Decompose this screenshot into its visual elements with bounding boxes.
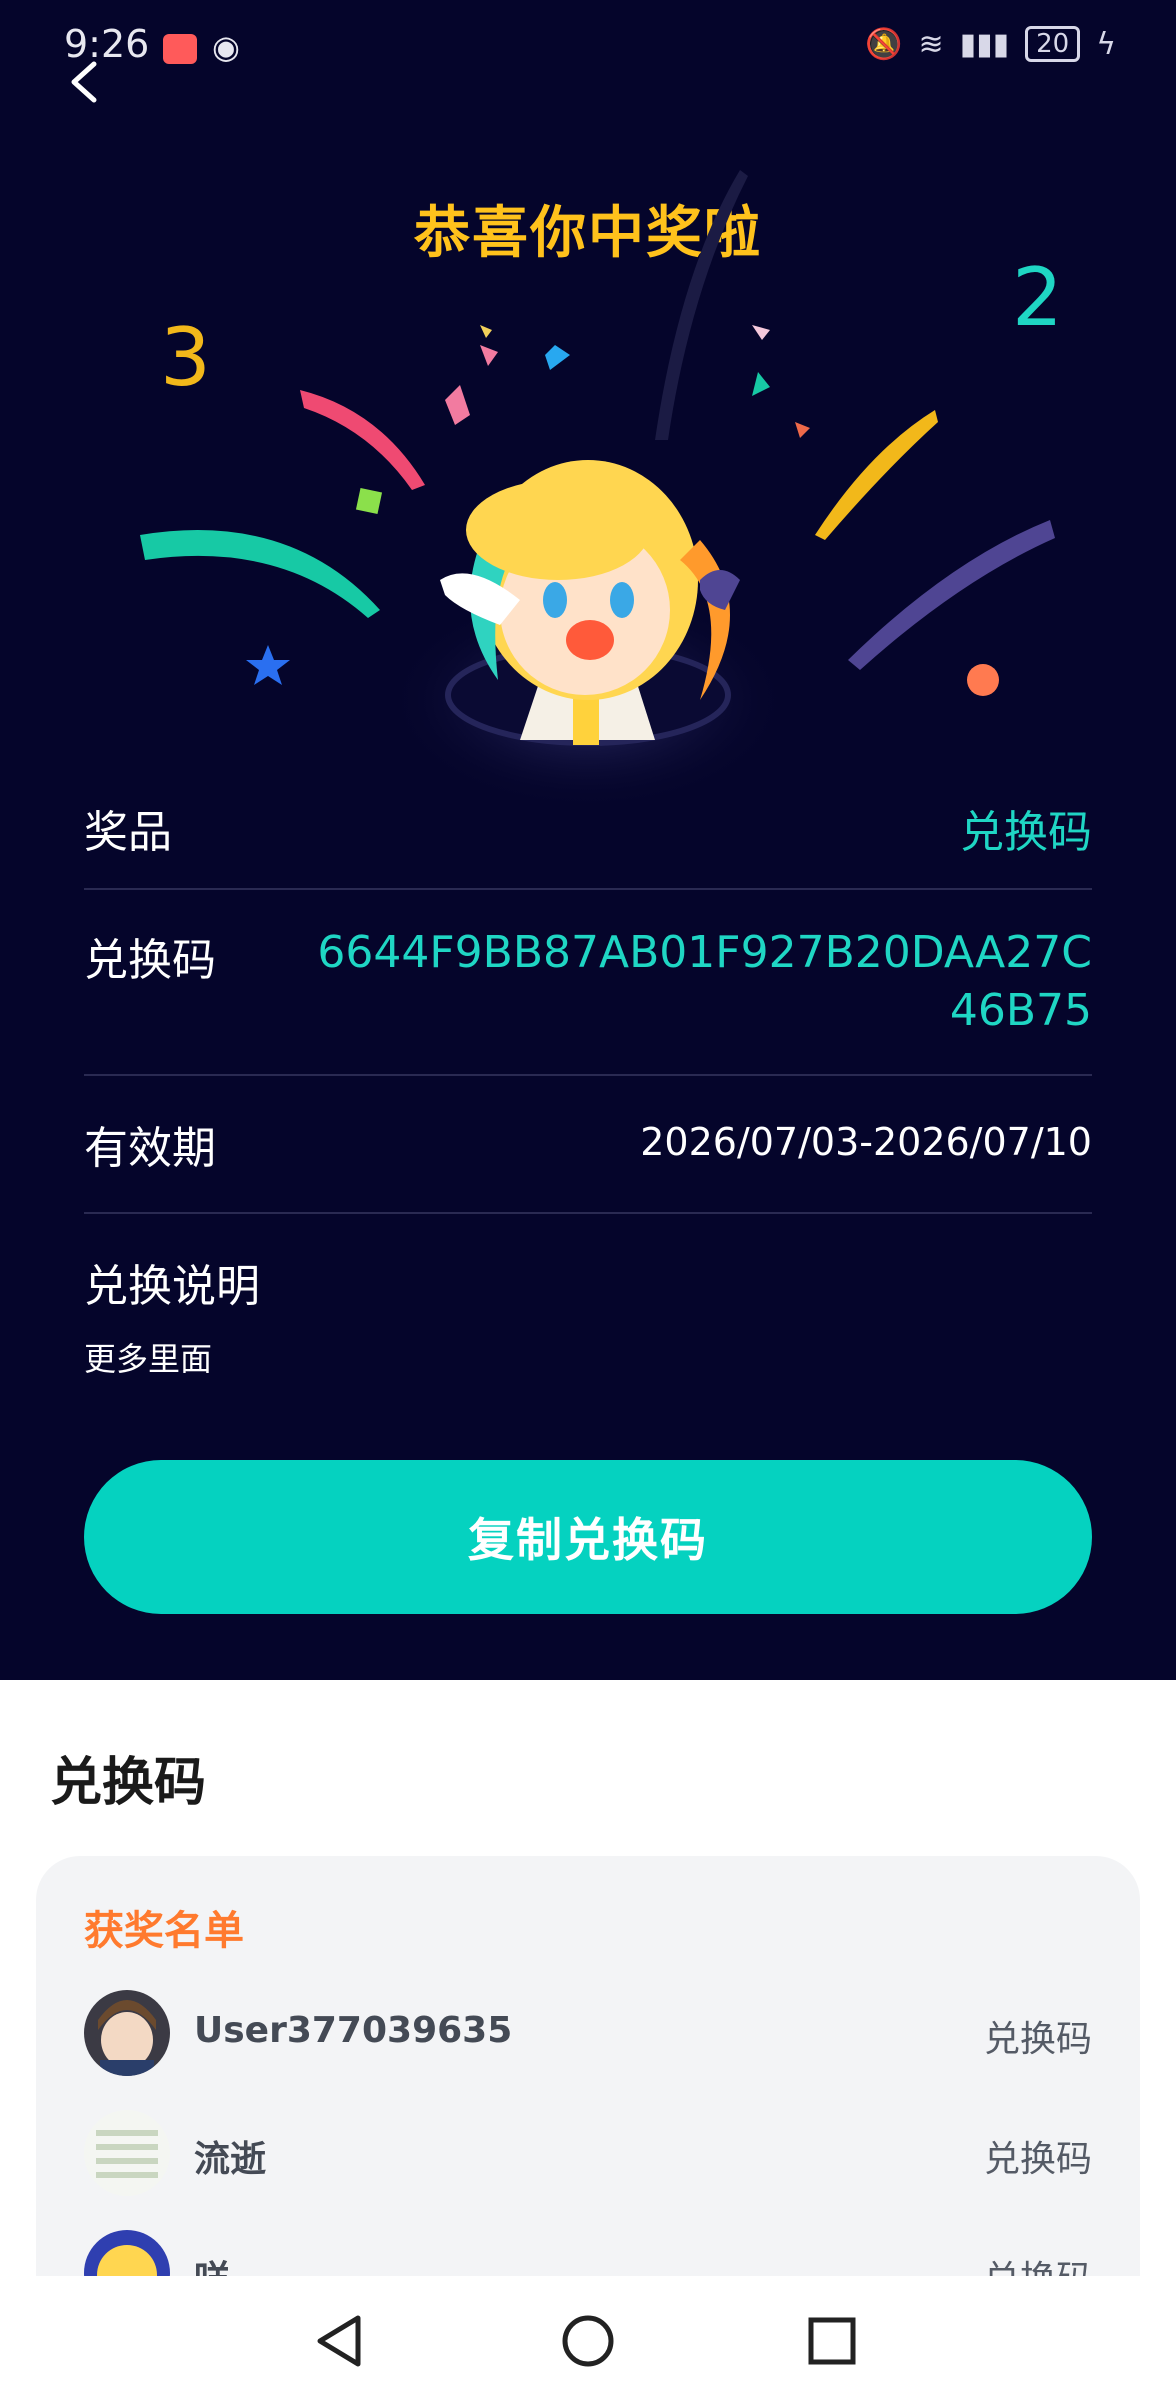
avatar <box>84 2110 170 2196</box>
svg-text:3: 3 <box>160 311 211 404</box>
square-recent-icon[interactable] <box>797 2306 867 2376</box>
desc-label: 兑换说明 <box>84 1261 260 1312</box>
winner-prize: 兑换码 <box>983 2139 1092 2180</box>
divider <box>84 1074 1092 1076</box>
charging-icon: ϟ <box>1096 26 1116 62</box>
system-nav-bar <box>0 2278 1176 2400</box>
status-bar: 9:26 ◉ 🔕 ≋ ▮▮▮ 20 ϟ <box>0 0 1176 100</box>
winner-item[interactable]: 流逝 兑换码 <box>84 2110 1092 2200</box>
svg-text:2: 2 <box>1012 251 1063 344</box>
winner-name: 咩 <box>194 2250 230 2276</box>
prize-label: 奖品 <box>84 807 172 858</box>
code-row: 兑换码 6644F9BB87AB01F927B20DAA27C46B75 <box>84 924 1092 1044</box>
prize-result-panel: 9:26 ◉ 🔕 ≋ ▮▮▮ 20 ϟ 恭喜你中奖啦 3 2 奖品 兑换码 兑换… <box>0 0 1176 1680</box>
winner-name: User377039635 <box>194 2010 513 2051</box>
back-arrow-icon[interactable] <box>62 58 110 106</box>
prize-value: 兑换码 <box>960 807 1092 858</box>
eye-icon: ◉ <box>212 28 240 66</box>
section-title: 兑换码 <box>50 1753 207 1813</box>
app-notification-icon <box>163 34 197 64</box>
divider <box>84 1212 1092 1214</box>
avatar <box>84 2230 170 2276</box>
signal-icon: ▮▮▮ <box>959 26 1010 62</box>
winner-item[interactable]: 咩 兑换码 <box>84 2230 1092 2276</box>
validity-value: 2026/07/03-2026/07/10 <box>640 1120 1092 1164</box>
winner-prize: 兑换码 <box>984 2250 1092 2276</box>
battery-icon: 20 <box>1025 26 1081 62</box>
validity-row: 有效期 2026/07/03-2026/07/10 <box>84 1112 1092 1174</box>
mute-icon: 🔕 <box>865 26 903 62</box>
prize-row: 奖品 兑换码 <box>84 796 1092 858</box>
status-icons: 🔕 ≋ ▮▮▮ 20 ϟ <box>865 26 1116 62</box>
validity-label: 有效期 <box>84 1123 216 1174</box>
wifi-icon: ≋ <box>918 26 944 62</box>
redeem-instructions: 兑换说明 更多里面 <box>84 1250 1092 1380</box>
code-value[interactable]: 6644F9BB87AB01F927B20DAA27C46B75 <box>312 924 1092 1040</box>
avatar <box>84 1990 170 2076</box>
triangle-back-icon[interactable] <box>306 2306 376 2376</box>
winner-item[interactable]: User377039635 兑换码 <box>84 1990 1092 2080</box>
code-label: 兑换码 <box>84 935 216 986</box>
divider <box>84 888 1092 890</box>
circle-home-icon[interactable] <box>553 2306 623 2376</box>
winners-title: 获奖名单 <box>84 1908 244 1954</box>
celebration-illustration: 3 2 <box>140 170 1063 810</box>
copy-code-button[interactable]: 复制兑换码 <box>84 1460 1092 1614</box>
desc-value: 更多里面 <box>84 1340 213 1378</box>
winner-name: 流逝 <box>194 2139 267 2180</box>
winner-prize: 兑换码 <box>983 2019 1092 2060</box>
winners-list: 获奖名单 User377039635 兑换码 流逝 兑换码 咩 兑换码 <box>36 1856 1140 2276</box>
